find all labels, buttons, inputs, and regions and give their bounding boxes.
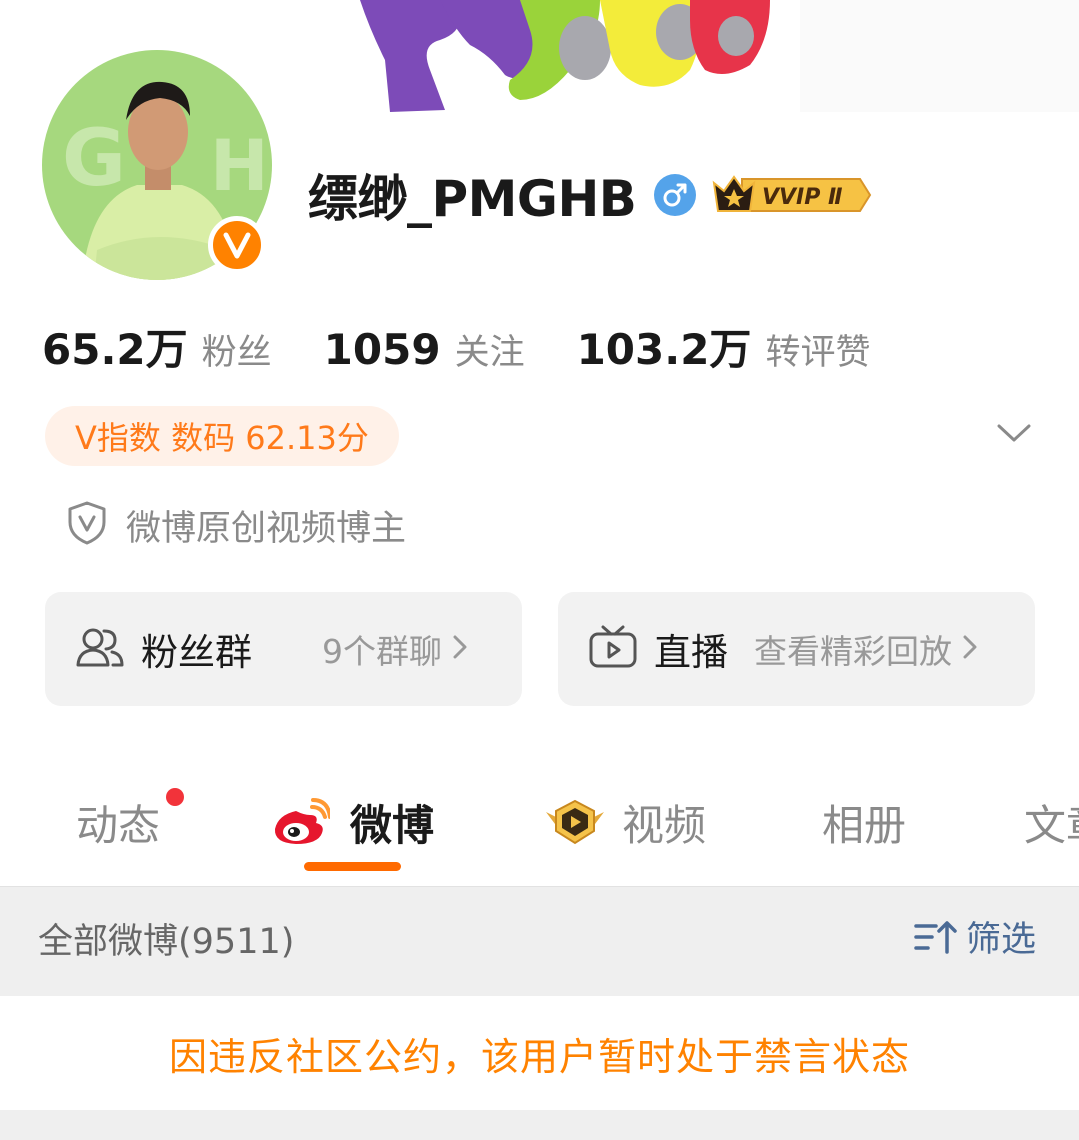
tab-label: 文章 [1024,800,1079,850]
chevron-down-icon[interactable] [994,418,1034,448]
svg-text:H: H [210,125,269,207]
verified-badge-icon [208,216,266,274]
stat-value: 65.2万 [42,325,188,374]
stat-followers[interactable]: 65.2万 粉丝 [42,316,272,377]
tab-feed[interactable]: 动态 [76,792,160,852]
stats-row: 65.2万 粉丝 1059 关注 103.2万 转评赞 [42,316,922,375]
stat-value: 1059 [323,325,441,374]
feed-filter-bar: 全部微博(9511) 筛选 [0,886,1079,996]
card-subtitle: 查看精彩回放 [754,632,952,671]
v-index-badge[interactable]: V指数 数码 62.13分 [45,406,399,466]
chevron-right-icon [448,632,472,666]
tab-weibo[interactable]: 微博 [272,792,434,852]
card-subtitle: 9个群聊 [322,632,442,671]
profile-tabs: 动态 微博 视频 相册 文 [0,776,1079,886]
stat-value: 103.2万 [576,325,752,374]
video-badge-icon [544,798,606,846]
svg-text:G: G [62,114,126,204]
tab-articles[interactable]: 文章 [1024,792,1079,852]
male-gender-icon [654,174,697,216]
live-card[interactable]: 直播 查看精彩回放 [558,592,1035,706]
filter-sort-icon [914,918,958,956]
tab-label: 相册 [822,800,907,850]
stat-label: 关注 [454,333,525,373]
tv-live-icon [588,623,638,675]
stat-label: 转评赞 [765,333,871,373]
tab-video[interactable]: 视频 [544,792,706,852]
svg-text:VVIP Ⅱ: VVIP Ⅱ [762,185,843,210]
fans-group-card[interactable]: 粉丝群 9个群聊 [45,592,522,706]
certification-row[interactable]: 微博原创视频博主 [66,500,406,550]
avatar-container[interactable]: G H [42,50,272,280]
all-posts-label[interactable]: 全部微博(9511) [38,913,294,964]
chevron-right-icon [958,632,982,666]
filter-button[interactable]: 筛选 [914,911,1036,962]
ban-notice: 因违反社区公约，该用户暂时处于禁言状态 [0,996,1079,1111]
active-tab-indicator [304,862,401,871]
tab-album[interactable]: 相册 [822,792,906,852]
ban-notice-text: 因违反社区公约，该用户暂时处于禁言状态 [168,1035,910,1079]
stat-interactions[interactable]: 103.2万 转评赞 [577,316,871,377]
username[interactable]: 缥缈_PMGHB [308,159,637,231]
tab-label: 微博 [350,800,435,850]
tab-label: 视频 [622,800,707,850]
name-row: 缥缈_PMGHB VVIP Ⅱ [308,160,872,230]
certification-text: 微博原创视频博主 [126,508,407,549]
unread-dot [166,788,184,806]
tab-label: 动态 [76,800,161,850]
card-title: 粉丝群 [141,631,252,674]
vvip-badge[interactable]: VVIP Ⅱ [710,171,872,219]
stat-label: 粉丝 [201,333,272,373]
shield-icon [66,500,108,550]
card-title: 直播 [654,631,728,674]
weibo-logo-icon [272,797,330,847]
bottom-divider [0,1110,1079,1140]
stat-following[interactable]: 1059 关注 [324,324,525,375]
group-users-icon [75,625,125,673]
filter-label: 筛选 [966,920,1037,960]
